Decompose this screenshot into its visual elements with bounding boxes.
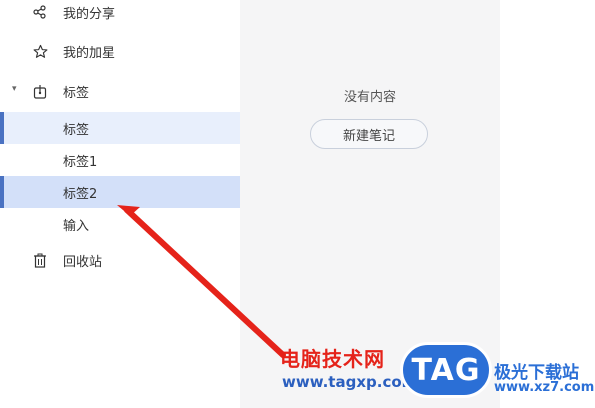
watermark-url: www.tagxp.com: [282, 373, 418, 391]
watermark-site-url: www.xz7.com: [494, 380, 595, 395]
watermark-text: 电脑技术网: [280, 347, 385, 371]
watermark-logo: TAG: [400, 342, 492, 398]
